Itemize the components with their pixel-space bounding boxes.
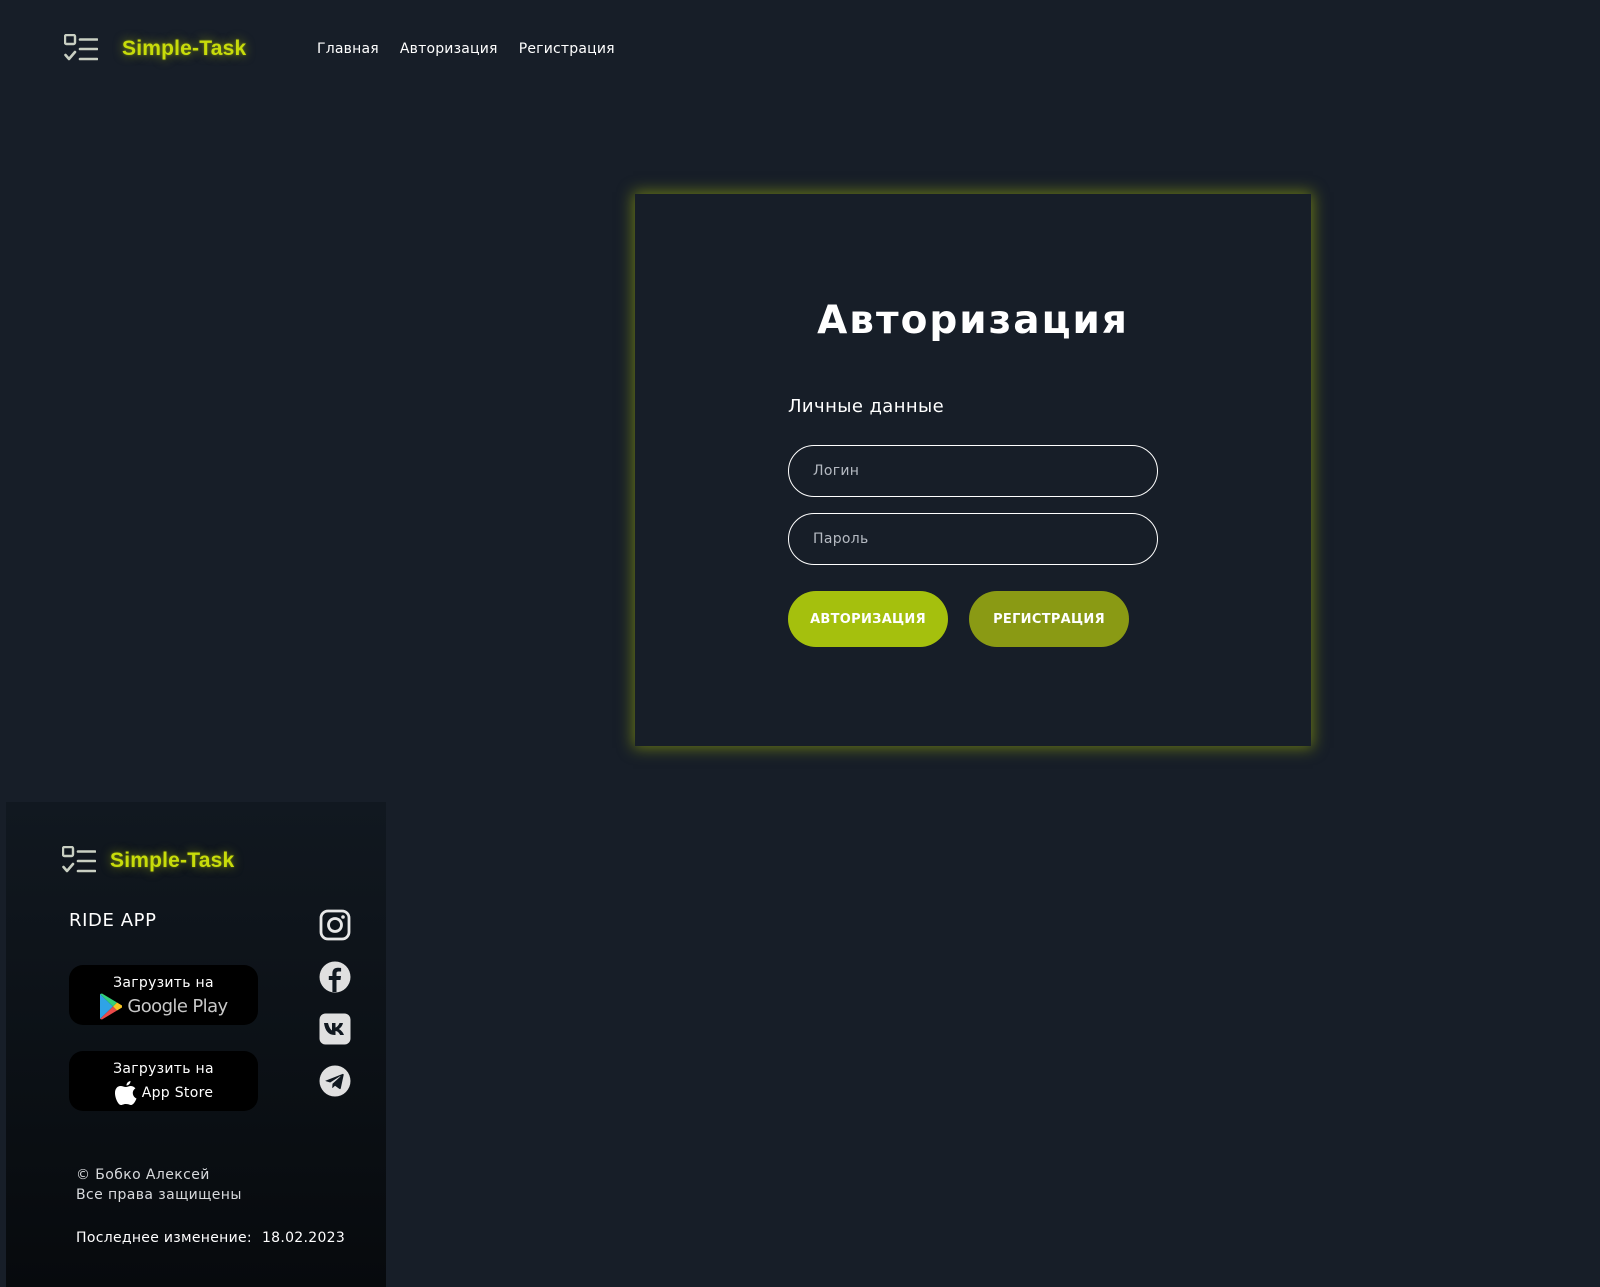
copyright-rights: Все права защищены [76,1187,242,1203]
main-nav: Главная Авторизация Регистрация [317,41,615,57]
login-button[interactable]: АВТОРИЗАЦИЯ [788,591,948,647]
google-play-icon [100,993,123,1020]
task-list-icon [64,34,98,61]
google-play-caption: Загрузить на [113,975,214,991]
google-play-name: Google Play [127,996,228,1017]
copyright-author: © Бобко Алексей [76,1167,210,1183]
copyright: © Бобко Алексей Все права защищены [76,1165,242,1205]
app-store-button[interactable]: Загрузить на App Store [69,1051,258,1111]
last-updated-label: Последнее изменение: [76,1230,252,1246]
ride-app-label: RIDE APP [69,910,157,931]
password-input[interactable] [788,513,1158,565]
login-input[interactable] [788,445,1158,497]
auth-card: Авторизация Личные данные АВТОРИЗАЦИЯ РЕ… [635,194,1311,746]
site-header: Simple-Task Главная Авторизация Регистра… [0,0,1600,100]
telegram-icon[interactable] [319,1065,351,1097]
personal-data-label: Личные данные [788,396,945,417]
last-updated: Последнее изменение: 18.02.2023 [76,1230,345,1246]
auth-title: Авторизация [817,298,1129,343]
vk-icon[interactable] [319,1013,351,1045]
nav-link-login[interactable]: Авторизация [400,41,498,57]
footer-logo[interactable]: Simple-Task [62,846,234,876]
facebook-icon[interactable] [319,961,351,993]
footer-brand-name: Simple-Task [110,849,235,872]
last-updated-date: 18.02.2023 [261,1230,346,1246]
site-footer: Simple-Task RIDE APP Загрузить на Google… [6,802,386,1287]
app-store-name: App Store [141,1085,214,1101]
task-list-icon [62,846,96,873]
register-button[interactable]: РЕГИСТРАЦИЯ [969,591,1129,647]
google-play-button[interactable]: Загрузить на Google Play [69,965,258,1025]
nav-link-register[interactable]: Регистрация [519,41,615,57]
app-store-caption: Загрузить на [113,1061,214,1077]
apple-icon [114,1081,137,1105]
header-logo[interactable]: Simple-Task [64,34,246,64]
nav-link-home[interactable]: Главная [317,41,379,57]
brand-name: Simple-Task [122,37,247,60]
instagram-icon[interactable] [319,909,351,941]
